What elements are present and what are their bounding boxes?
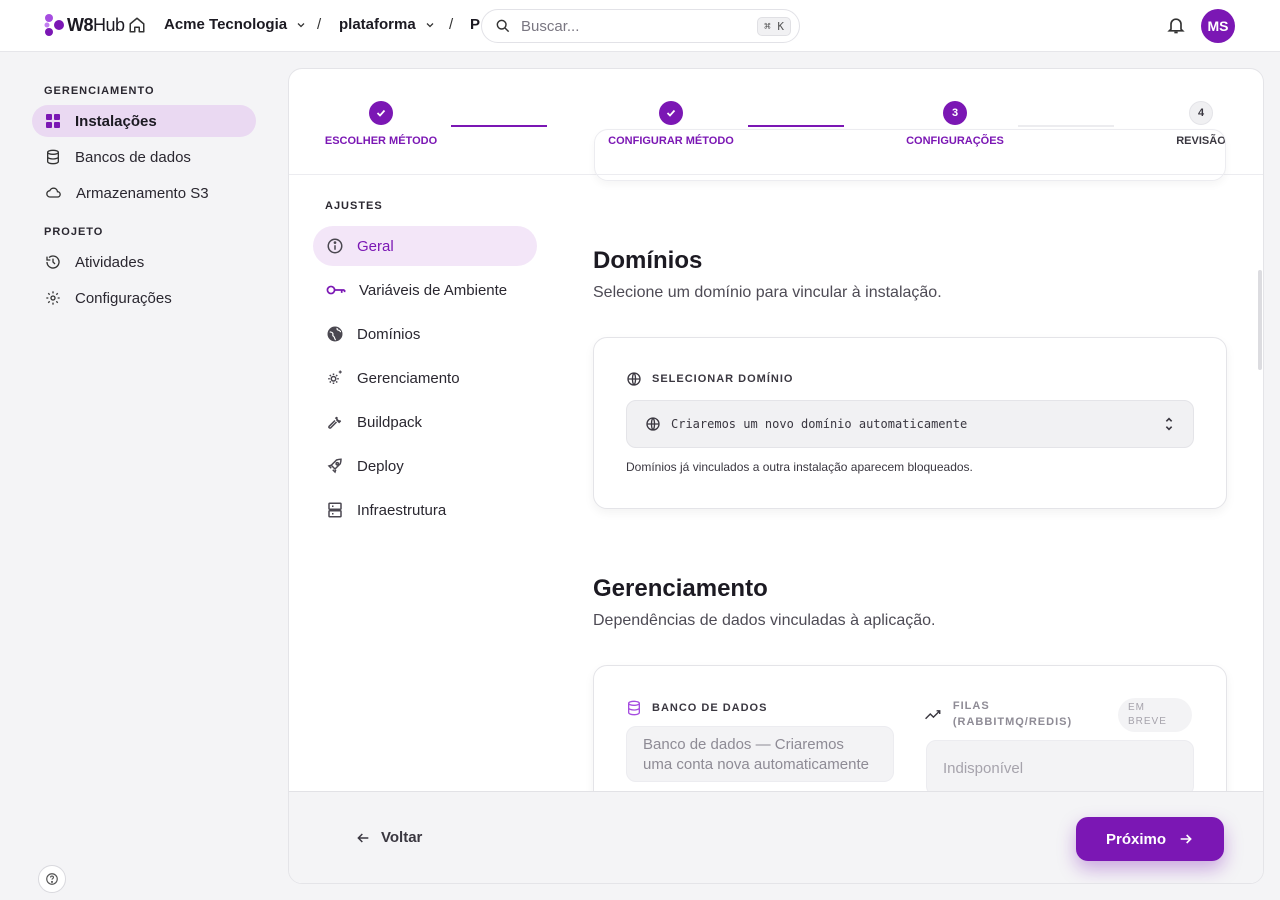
cloud-icon (46, 187, 61, 198)
database-icon (628, 700, 640, 716)
settings-item-label: Variáveis de Ambiente (359, 281, 508, 299)
step-number-badge: 3 (943, 101, 967, 125)
sidebar-item-label: Armazenamento S3 (76, 184, 209, 202)
settings-nav-heading: AJUSTES (325, 200, 383, 212)
domain-select-value: Criaremos um novo domínio automaticament… (671, 417, 968, 431)
home-icon[interactable] (128, 16, 146, 34)
management-title: Gerenciamento (593, 575, 768, 602)
user-avatar[interactable]: MS (1201, 9, 1235, 43)
settings-item-deploy[interactable]: Deploy (313, 446, 537, 486)
step-label: ESCOLHER MÉTODO (324, 135, 438, 147)
org-name: Acme Tecnologia (164, 16, 288, 33)
queues-field-label: FILAS (RABBITMQ/REDIS) (924, 698, 1104, 730)
chevron-down-icon (297, 22, 305, 27)
sidebar-item-s3[interactable]: Armazenamento S3 (32, 177, 256, 209)
coming-soon-badge: EM BREVE (1118, 698, 1192, 732)
settings-item-infraestrutura[interactable]: Infraestrutura (313, 490, 537, 530)
settings-item-gerenciamento[interactable]: Gerenciamento (313, 358, 537, 398)
logo-mark-icon (44, 14, 64, 36)
check-icon (376, 109, 386, 117)
breadcrumb-separator: / (317, 16, 322, 33)
globe-icon (627, 372, 641, 386)
step-connector (748, 125, 844, 127)
settings-item-geral[interactable]: Geral (313, 226, 537, 266)
domain-select-card: SELECIONAR DOMÍNIO Criaremos um novo dom… (593, 337, 1227, 509)
logo-text: W8Hub (67, 14, 125, 35)
arrow-left-icon (357, 832, 369, 843)
rocket-icon (327, 458, 342, 474)
wizard-card: ESCOLHER MÉTODO CONFIGURAR MÉTODO 3 CONF… (288, 68, 1264, 884)
domains-title: Domínios (593, 247, 703, 274)
step-done-badge (659, 101, 683, 125)
sidebar-item-instalacoes[interactable]: Instalações (32, 105, 256, 137)
settings-item-label: Infraestrutura (357, 501, 447, 519)
breadcrumb-separator: / (449, 16, 454, 33)
step-done-badge (369, 101, 393, 125)
domain-hint: Domínios já vinculados a outra instalaçã… (626, 460, 973, 474)
queues-input: Indisponível (926, 740, 1194, 796)
wizard-footer: Voltar Próximo (289, 791, 1263, 883)
settings-item-label: Domínios (357, 325, 421, 343)
sidebar-item-label: Atividades (75, 253, 145, 271)
sidebar-item-configuracoes[interactable]: Configurações (32, 282, 256, 314)
chevron-up-down-icon (1165, 417, 1173, 431)
key-icon (326, 285, 346, 295)
database-input[interactable]: Banco de dados — Criaremos uma conta nov… (626, 726, 894, 782)
search-icon (496, 19, 510, 33)
cog-sparkle-icon (328, 370, 342, 384)
search-bar[interactable]: Buscar... ⌘ K (481, 9, 800, 43)
sidebar-item-bancos[interactable]: Bancos de dados (32, 141, 256, 173)
sidebar-item-label: Configurações (75, 289, 172, 307)
step-connector (1018, 125, 1114, 127)
breadcrumb-next[interactable]: P (470, 16, 480, 33)
help-icon[interactable] (38, 865, 66, 893)
wrench-icon (328, 416, 342, 429)
gear-icon (46, 291, 60, 305)
check-icon (666, 109, 676, 117)
project-name: plataforma (339, 16, 416, 33)
domain-field-label: SELECIONAR DOMÍNIO (626, 371, 793, 387)
sidebar-section-label: GERENCIAMENTO (44, 85, 155, 97)
info-icon (327, 238, 343, 254)
bell-icon[interactable] (1166, 15, 1186, 35)
next-button[interactable]: Próximo (1076, 817, 1224, 861)
chevron-down-icon (426, 22, 434, 27)
w8hub-logo[interactable]: W8Hub (43, 12, 125, 38)
database-icon (47, 149, 59, 165)
search-input[interactable]: Buscar... (521, 18, 757, 35)
database-field-label: BANCO DE DADOS (626, 700, 767, 716)
domains-subtitle: Selecione um domínio para vincular à ins… (593, 284, 942, 301)
domain-select[interactable]: Criaremos um novo domínio automaticament… (626, 400, 1194, 448)
globe-icon (327, 326, 343, 342)
settings-item-variaveis[interactable]: Variáveis de Ambiente (313, 270, 537, 310)
sidebar-item-label: Bancos de dados (75, 148, 191, 166)
server-icon (328, 502, 342, 518)
settings-item-buildpack[interactable]: Buildpack (313, 402, 537, 442)
settings-item-label: Geral (357, 237, 394, 255)
search-shortcut-badge: ⌘ K (757, 16, 791, 36)
back-button[interactable]: Voltar (355, 829, 422, 846)
history-icon (46, 255, 60, 269)
previous-section-card (594, 129, 1226, 181)
sidebar-section-label: PROJETO (44, 226, 104, 238)
globe-icon (646, 417, 660, 431)
settings-item-dominios[interactable]: Domínios (313, 314, 537, 354)
settings-item-label: Gerenciamento (357, 369, 460, 387)
sidebar-item-atividades[interactable]: Atividades (32, 246, 256, 278)
sidebar-item-label: Instalações (75, 112, 157, 130)
project-switcher[interactable]: plataforma (339, 16, 436, 33)
content-scrollbar[interactable] (1258, 270, 1262, 370)
settings-item-label: Deploy (357, 457, 404, 475)
settings-item-label: Buildpack (357, 413, 423, 431)
step-escolher-metodo[interactable]: ESCOLHER MÉTODO (325, 101, 437, 147)
management-subtitle: Dependências de dados vinculadas à aplic… (593, 612, 936, 629)
step-number-badge: 4 (1189, 101, 1213, 125)
trend-icon (925, 710, 941, 720)
grid-icon (46, 114, 60, 128)
step-connector (451, 125, 547, 127)
org-switcher[interactable]: Acme Tecnologia (164, 16, 307, 33)
top-bar: W8Hub Acme Tecnologia / plataforma / P B… (0, 0, 1280, 52)
arrow-right-icon (1180, 834, 1192, 844)
